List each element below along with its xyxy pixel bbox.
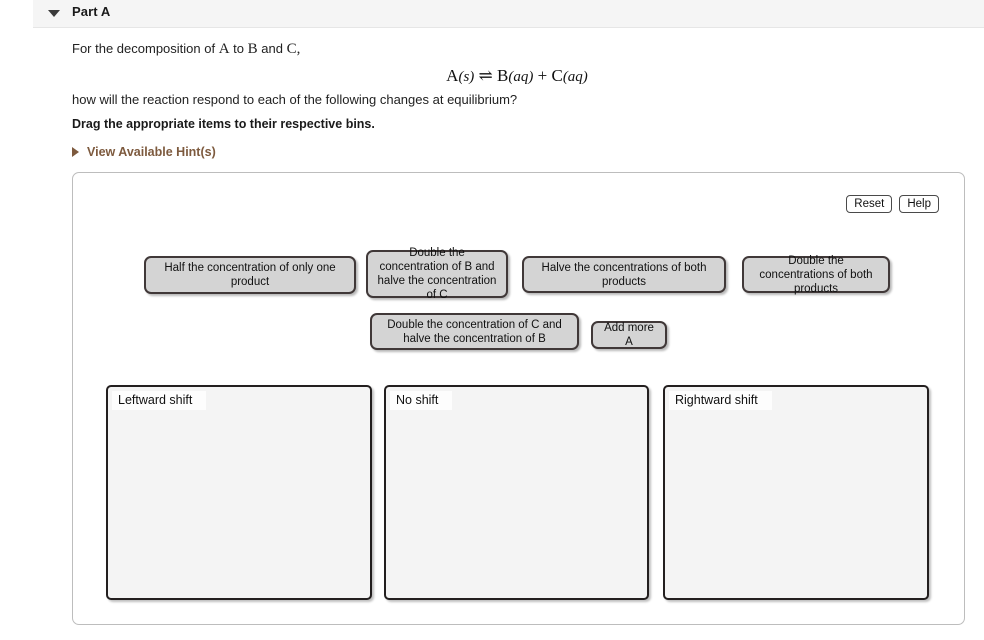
prompt-block: For the decomposition of A to B and C, A… <box>72 40 952 159</box>
triangle-down-icon[interactable] <box>48 10 60 17</box>
drop-bin[interactable]: No shift <box>384 385 649 600</box>
draggable-item[interactable]: Halve the concentrations of both product… <box>522 256 726 293</box>
part-header: Part A <box>33 0 984 28</box>
equation-product-2: C <box>551 66 563 85</box>
drop-bin-label: No shift <box>390 391 453 410</box>
prompt-line-2: how will the reaction respond to each of… <box>72 92 518 107</box>
species-b-inline: B <box>247 41 258 57</box>
prompt-line-1: For the decomposition of A to B and C, <box>72 40 952 58</box>
draggable-item[interactable]: Double the concentrations of both produc… <box>742 255 890 295</box>
species-a-inline: A <box>218 41 230 57</box>
prompt-instruction: Drag the appropriate items to their resp… <box>72 117 375 131</box>
page-title: Part A <box>72 4 111 19</box>
equation-reactant: A <box>446 66 459 85</box>
draggable-item[interactable]: Double the concentration of B and halve … <box>366 247 508 301</box>
answer-toolbar: Reset Help <box>846 195 939 213</box>
help-button[interactable]: Help <box>899 195 939 213</box>
reset-button[interactable]: Reset <box>846 195 893 213</box>
drop-bin[interactable]: Rightward shift <box>663 385 929 600</box>
triangle-right-icon <box>72 147 79 157</box>
draggable-item[interactable]: Add more A <box>591 321 667 349</box>
view-hints-label: View Available Hint(s) <box>87 145 216 159</box>
prompt-line-1-mid: to <box>229 41 248 56</box>
prompt-line-1-prefix: For the decomposition of <box>72 41 219 56</box>
species-c-inline: C, <box>286 41 301 57</box>
equation-product-1: B <box>497 66 509 85</box>
view-hints-link[interactable]: View Available Hint(s) <box>72 144 216 160</box>
equation-arrow-icon: ⇌ <box>478 66 493 85</box>
chemical-equation: A(s) ⇌ B(aq) + C(aq) <box>72 66 962 86</box>
question-page: Part A For the decomposition of A to B a… <box>0 0 984 640</box>
drop-bin[interactable]: Leftward shift <box>106 385 372 600</box>
prompt-line-1-and: and <box>257 41 287 56</box>
drop-bin-label: Rightward shift <box>669 391 772 410</box>
equation-product-1-state: (aq) <box>508 69 534 85</box>
equation-reactant-state: (s) <box>458 69 475 85</box>
drop-bin-label: Leftward shift <box>112 391 207 410</box>
draggable-item[interactable]: Half the concentration of only one produ… <box>144 256 356 294</box>
equation-plus: + <box>537 66 548 85</box>
equation-product-2-state: (aq) <box>562 69 588 85</box>
draggable-item[interactable]: Double the concentration of C and halve … <box>370 313 579 350</box>
